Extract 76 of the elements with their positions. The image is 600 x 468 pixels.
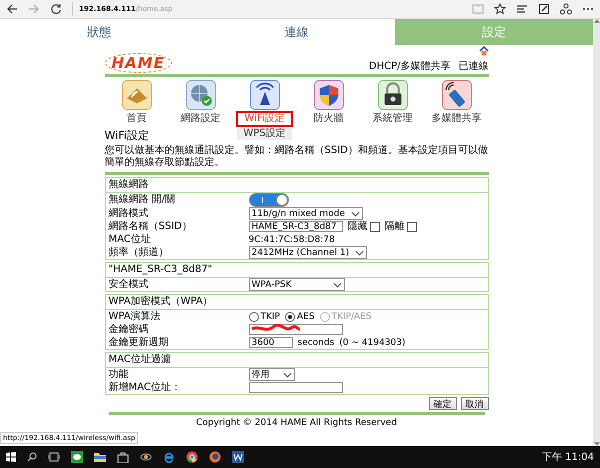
field-label: 網路模式 [108,208,150,220]
radio-option[interactable]: AES [284,310,315,322]
wifi-antenna-icon[interactable] [250,80,280,110]
checkbox-label: 隔離 [384,220,404,232]
task-view-icon[interactable] [48,452,60,462]
word-icon[interactable] [232,451,244,463]
submenu-item[interactable]: WPS設定 [237,128,292,140]
submenu-item[interactable]: WiFi設定 [236,111,293,127]
home-icon[interactable] [478,46,488,56]
chevron-icon [350,210,360,216]
dropdown[interactable]: 11b/g/n mixed mode [248,207,363,220]
globe-check-icon[interactable] [186,80,216,110]
input-field[interactable]: HAME_SR-C3_8d87 [248,221,342,232]
star-icon[interactable] [494,3,506,15]
mac-address: 9C:41:7C:58:D8:78 [248,234,335,246]
start-icon[interactable] [6,452,16,462]
field-label: 網路名稱（SSID） [108,220,193,232]
nav-label[interactable]: 系統管理 [372,111,412,125]
checkbox-label: 隱藏 [348,220,368,232]
chrome-icon[interactable] [186,451,198,463]
search-icon[interactable] [27,452,37,462]
refresh-icon[interactable] [50,3,62,15]
input-field[interactable]: 3600 [248,337,292,348]
copyright: Copyright © 2014 HAME All Rights Reserved [196,418,397,428]
checkbox[interactable] [370,222,380,232]
sound-wave-icon[interactable] [122,80,152,110]
dropdown[interactable]: WPA-PSK [248,278,344,291]
field-label: 安全模式 [108,278,150,290]
page-description: 您可以做基本的無線通訊設定。譬如：網路名稱（SSID）和頻道。基本設定項目可以做簡單的無線存取節點設定。 [104,143,488,175]
action-button[interactable]: 取消 [460,397,488,410]
unit-label: seconds [298,336,334,348]
field-label: WPA演算法 [108,310,162,322]
radio-option[interactable]: TKIP [248,310,280,322]
nav-label[interactable]: 首頁 [126,111,146,125]
input-field[interactable] [248,382,342,393]
page-title: WiFi設定 [104,129,149,142]
dropdown[interactable]: 停用 [248,368,294,381]
field-label: MAC位址 [108,234,152,246]
folder-icon[interactable] [94,451,106,463]
field-label: 新增MAC位址： [108,382,182,394]
browser-e-icon[interactable] [163,451,175,463]
field-label: 頻率（頻道） [108,246,170,258]
scrollbar[interactable] [593,19,600,446]
chevron-icon [282,372,292,378]
hub-icon[interactable] [516,3,528,15]
clock: 下午 11:04 [542,451,594,464]
share-icon[interactable] [560,3,572,15]
field-label: 金鑰密碼 [108,324,150,336]
eye-icon[interactable] [140,451,152,463]
note-icon[interactable] [538,3,550,15]
back-icon[interactable] [6,3,18,15]
nav-label[interactable]: 防火牆 [314,111,344,125]
dropdown[interactable]: 2412MHz (Channel 1) [248,246,368,259]
field-label: 功能 [108,368,130,380]
chat-app-icon[interactable] [71,451,83,463]
field-label: 金鑰更新週期 [108,336,170,348]
redaction-scribble [250,324,300,334]
logo: HAME [104,53,172,73]
checkbox[interactable] [406,222,416,232]
toggle-switch[interactable] [248,193,288,207]
nav-label[interactable]: 網路設定 [180,111,220,125]
firefox-icon[interactable] [209,451,221,463]
padlock-icon[interactable] [378,80,408,110]
nav-label[interactable]: 多媒體共享 [432,111,482,125]
mode-status: DHCP/多媒體共享 [368,60,450,73]
connection-status: 已連線 [458,60,488,73]
chevron-icon [332,282,342,288]
remote-icon[interactable] [442,80,472,110]
action-button[interactable]: 確定 [428,397,456,410]
field-label: 無線網路 開/關 [108,194,176,206]
chevron-icon [355,250,364,256]
range-hint: (0 ~ 4194303) [339,336,406,348]
shopping-bag-icon[interactable] [117,451,129,463]
shield-icon[interactable] [314,80,344,110]
section-title: WPA加密模式（WPA） [106,295,488,310]
section-title: 無線網路 [106,178,488,193]
